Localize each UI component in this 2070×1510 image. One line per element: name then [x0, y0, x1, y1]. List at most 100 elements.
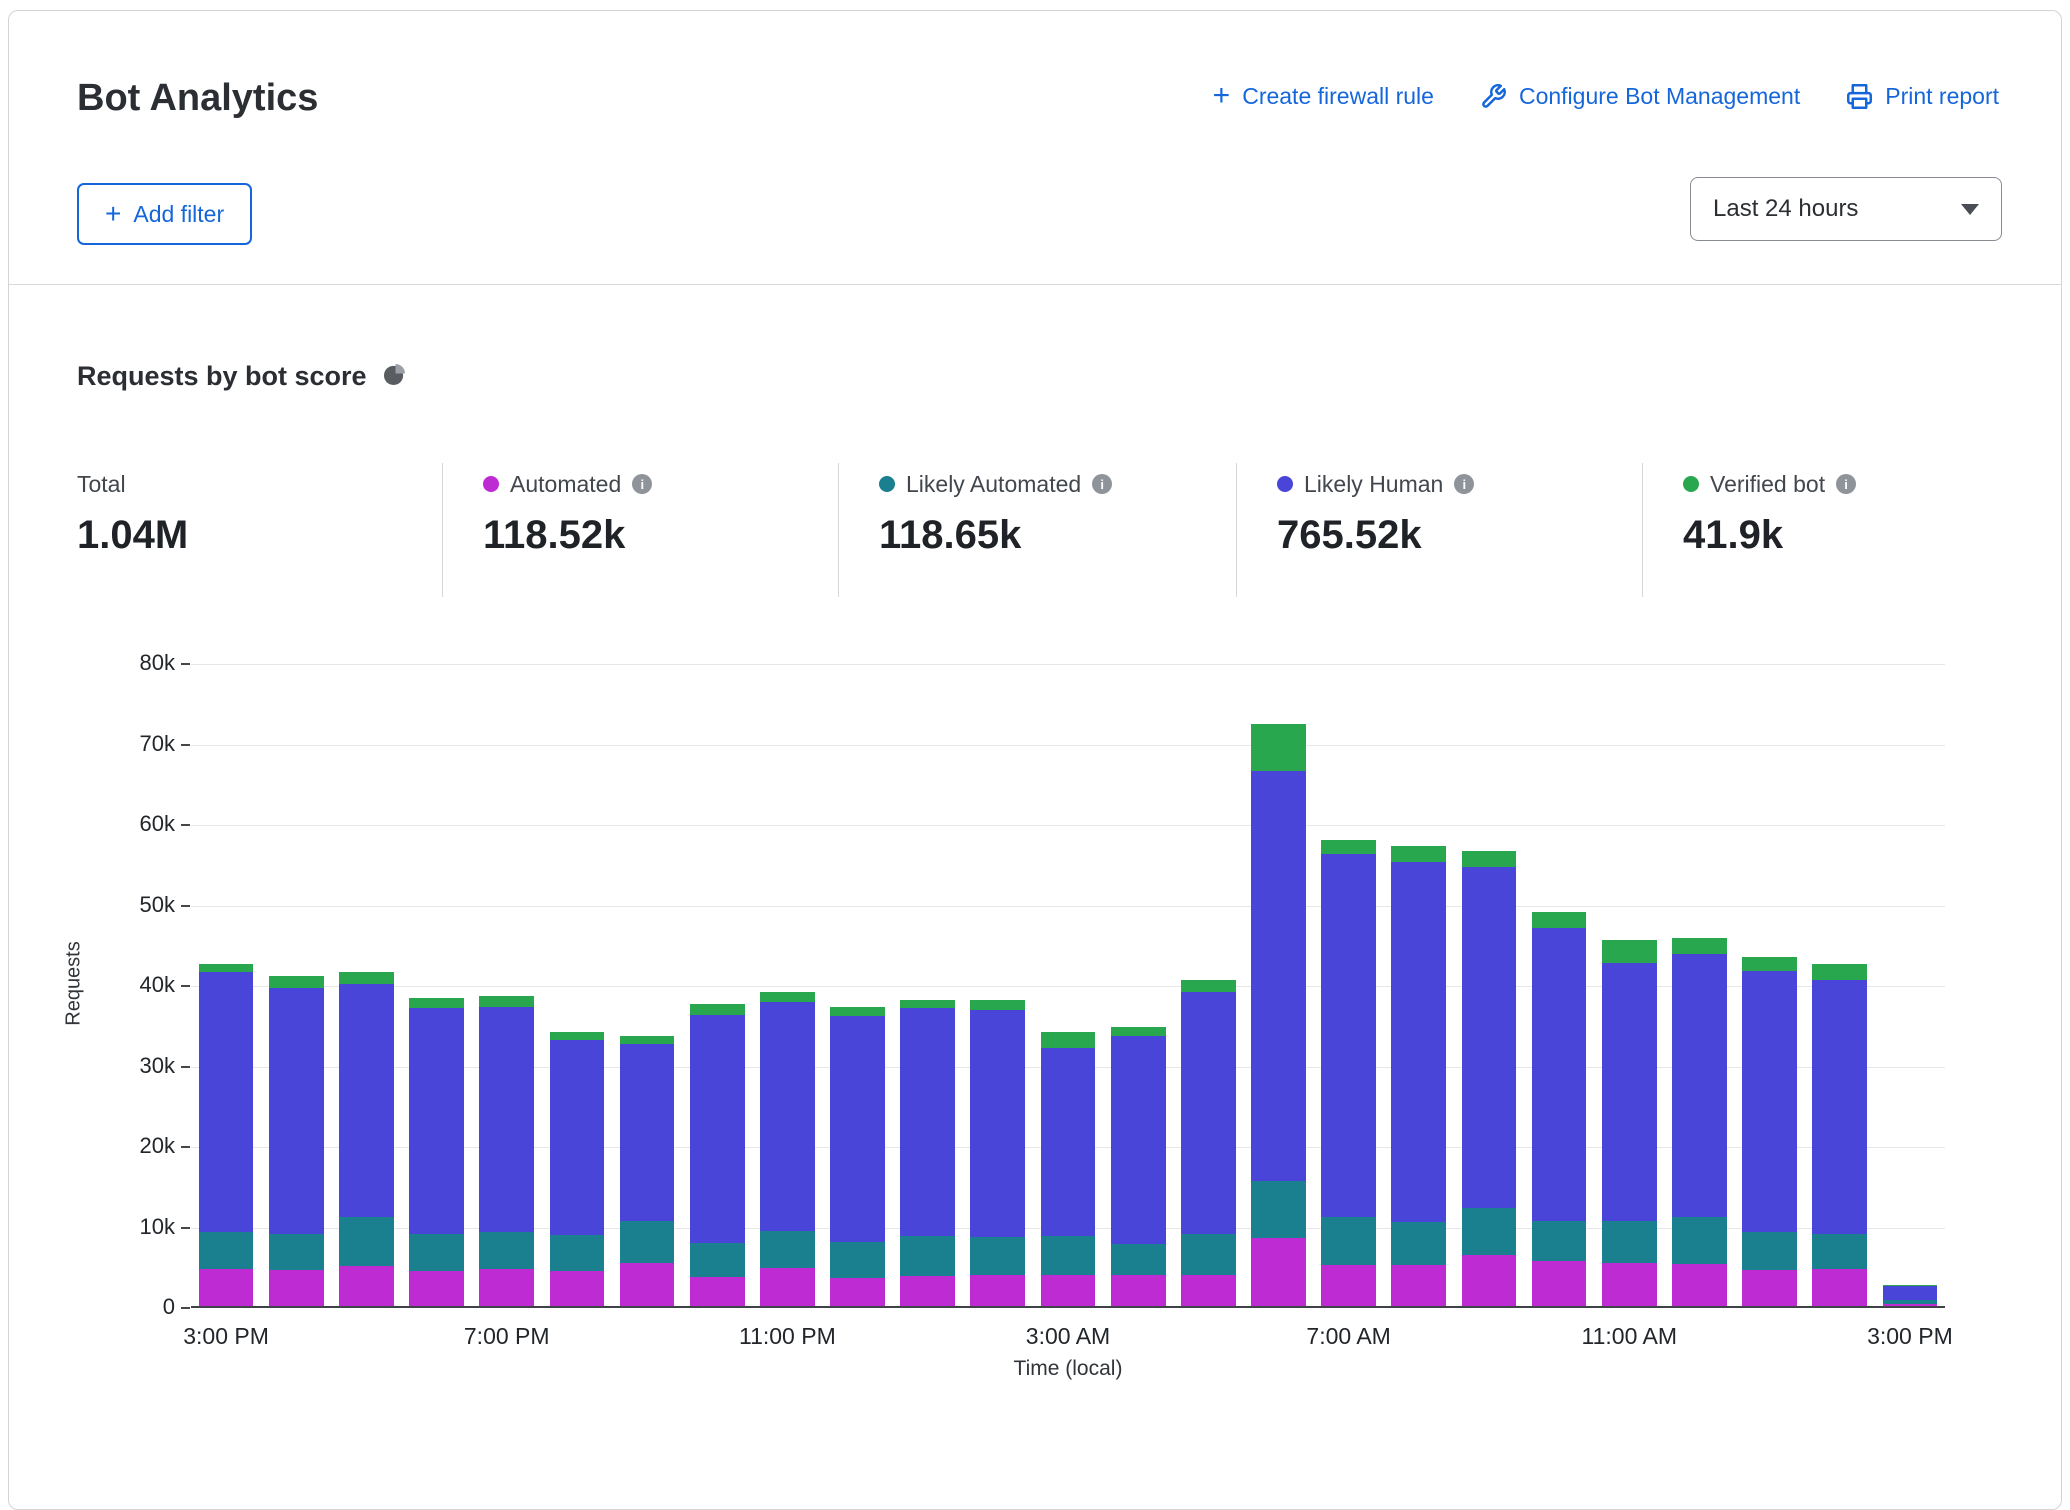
- add-filter-button[interactable]: + Add filter: [77, 183, 252, 245]
- stats-row: Total 1.04M Automated i 118.52k Likely A…: [77, 463, 2062, 597]
- bar-segment: [620, 1221, 675, 1263]
- stacked-bar: [760, 992, 815, 1306]
- configure-bot-management-link[interactable]: Configure Bot Management: [1480, 83, 1800, 110]
- y-tick-label: 0: [49, 1294, 175, 1320]
- stacked-bar: [1321, 840, 1376, 1306]
- bar-segment: [760, 1231, 815, 1268]
- info-icon[interactable]: i: [1454, 474, 1474, 494]
- stacked-bar: [269, 976, 324, 1306]
- bar-segment: [1602, 1221, 1657, 1264]
- stacked-bar: [1883, 1285, 1938, 1306]
- bar-segment: [1602, 963, 1657, 1221]
- bar-segment: [479, 1232, 534, 1269]
- bar-segment: [199, 1269, 254, 1306]
- y-tick: [181, 905, 190, 907]
- stacked-bar: [199, 964, 254, 1306]
- bar-segment: [550, 1271, 605, 1306]
- bar-segment: [1462, 867, 1517, 1208]
- x-tick-label: 3:00 AM: [1026, 1323, 1110, 1350]
- print-report-label: Print report: [1885, 83, 1999, 110]
- stat-automated: Automated i 118.52k: [442, 463, 838, 597]
- bar-segment: [339, 972, 394, 984]
- bar-segment: [409, 1234, 464, 1272]
- y-tick: [181, 744, 190, 746]
- y-tick: [181, 985, 190, 987]
- bar-segment: [1391, 846, 1446, 862]
- bar-segment: [690, 1243, 745, 1277]
- bar-segment: [409, 998, 464, 1008]
- bar-segment: [1111, 1275, 1166, 1306]
- bar-segment: [1321, 1217, 1376, 1264]
- bar-segment: [479, 1269, 534, 1306]
- bar-segment: [970, 1010, 1025, 1237]
- y-tick-label: 70k: [49, 731, 175, 757]
- stacked-bar: [1111, 1027, 1166, 1306]
- bar-segment: [620, 1263, 675, 1306]
- y-tick-label: 30k: [49, 1053, 175, 1079]
- bar-segment: [550, 1032, 605, 1040]
- time-range-select[interactable]: Last 24 hours: [1690, 177, 2002, 241]
- stacked-bar: [1041, 1032, 1096, 1306]
- bar-segment: [1602, 1263, 1657, 1306]
- bar-segment: [1672, 1217, 1727, 1264]
- bar-segment: [1532, 912, 1587, 928]
- bar-segment: [1532, 1221, 1587, 1261]
- bar-segment: [199, 972, 254, 1232]
- stat-verified-bot: Verified bot i 41.9k: [1642, 463, 2062, 597]
- bar-segment: [339, 1217, 394, 1265]
- bar-segment: [1181, 980, 1236, 992]
- stat-value: 1.04M: [77, 513, 442, 558]
- create-firewall-rule-link[interactable]: + Create firewall rule: [1213, 81, 1434, 111]
- bar-segment: [1462, 1255, 1517, 1306]
- bar-segment: [760, 1268, 815, 1306]
- bar-segment: [690, 1015, 745, 1244]
- bar-segment: [1111, 1027, 1166, 1037]
- stacked-bar: [479, 996, 534, 1306]
- bar-segment: [690, 1004, 745, 1014]
- bar-segment: [900, 1236, 955, 1276]
- stat-likely-automated: Likely Automated i 118.65k: [838, 463, 1236, 597]
- bar-segment: [1251, 1238, 1306, 1306]
- stacked-bar: [1181, 980, 1236, 1306]
- plus-icon: +: [1213, 81, 1231, 111]
- bar-segment: [1883, 1304, 1938, 1306]
- stacked-bar: [1742, 957, 1797, 1306]
- stacked-bar: [550, 1032, 605, 1306]
- info-icon[interactable]: i: [1836, 474, 1856, 494]
- info-icon[interactable]: i: [632, 474, 652, 494]
- x-axis-title: Time (local): [1014, 1357, 1123, 1381]
- bar-segment: [479, 1007, 534, 1232]
- wrench-icon: [1480, 83, 1507, 110]
- gridline: [191, 745, 1945, 746]
- bar-segment: [970, 1000, 1025, 1010]
- stacked-bar: [1462, 851, 1517, 1306]
- print-report-link[interactable]: Print report: [1846, 83, 1999, 110]
- bar-segment: [1041, 1048, 1096, 1236]
- y-tick: [181, 663, 190, 665]
- bar-segment: [970, 1275, 1025, 1306]
- bar-segment: [1883, 1286, 1938, 1300]
- gridline: [191, 664, 1945, 665]
- bar-segment: [1181, 1234, 1236, 1275]
- bar-segment: [1812, 1234, 1867, 1269]
- bot-analytics-card: Bot Analytics + Create firewall rule Con…: [8, 10, 2062, 1510]
- bar-segment: [1672, 954, 1727, 1217]
- bar-segment: [269, 988, 324, 1234]
- y-tick: [181, 1146, 190, 1148]
- y-tick-label: 20k: [49, 1133, 175, 1159]
- bar-segment: [1462, 851, 1517, 867]
- automated-legend-dot: [483, 476, 499, 492]
- bar-segment: [1742, 1270, 1797, 1306]
- bar-segment: [1742, 971, 1797, 1232]
- bar-segment: [269, 1270, 324, 1306]
- info-icon[interactable]: i: [1092, 474, 1112, 494]
- bar-segment: [1111, 1244, 1166, 1275]
- add-filter-label: Add filter: [133, 201, 224, 228]
- bar-segment: [620, 1036, 675, 1044]
- y-tick: [181, 1227, 190, 1229]
- bar-segment: [339, 1266, 394, 1306]
- bar-segment: [1812, 964, 1867, 980]
- bar-segment: [199, 964, 254, 972]
- bar-segment: [1742, 1232, 1797, 1270]
- bar-segment: [1041, 1275, 1096, 1306]
